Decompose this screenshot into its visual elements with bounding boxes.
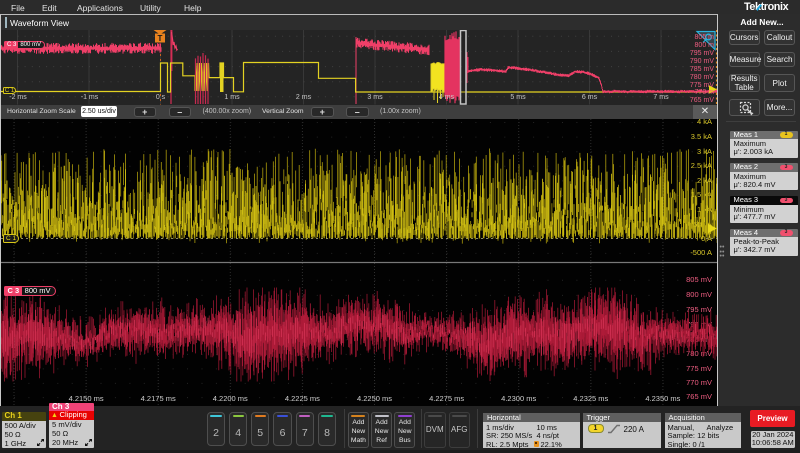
svg-text:T: T [158,34,163,43]
